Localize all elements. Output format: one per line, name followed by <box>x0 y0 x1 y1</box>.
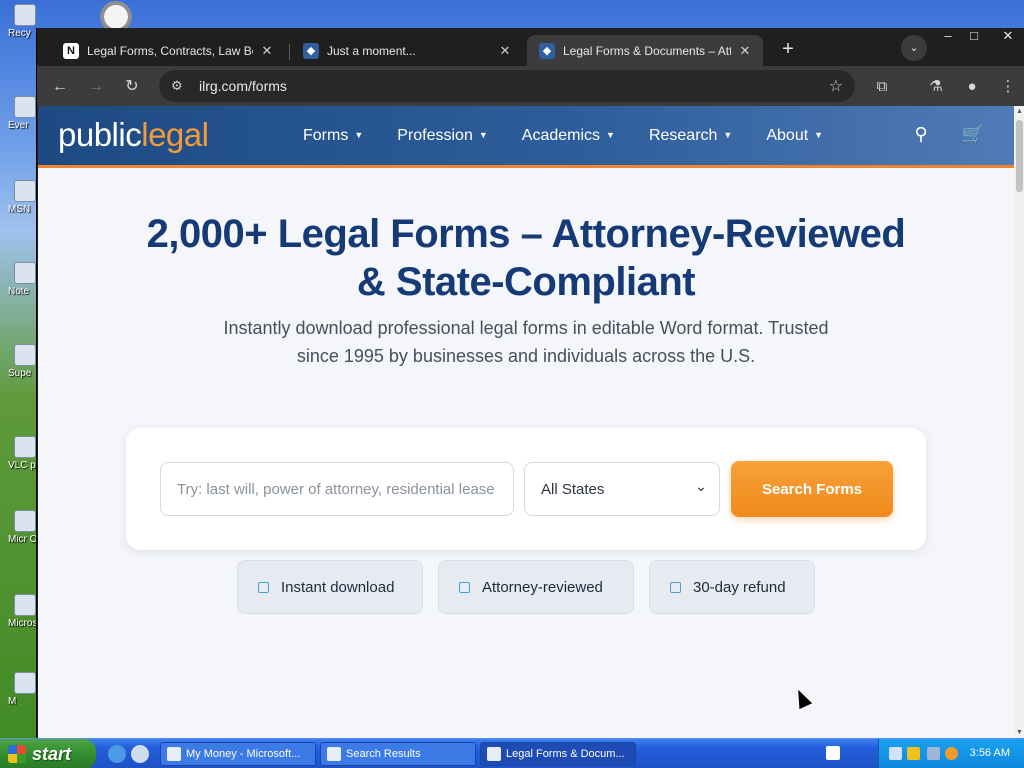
shield-favicon-icon: ◆ <box>303 42 319 59</box>
publiclegal-logo[interactable]: publiclegal <box>58 116 209 154</box>
desktop-icon-m[interactable]: M <box>0 672 40 707</box>
back-arrow-icon[interactable]: ← <box>47 74 73 100</box>
tab-search-chevron-icon[interactable]: ⌄ <box>901 35 927 61</box>
help-icon[interactable] <box>826 746 840 760</box>
close-tab-icon[interactable]: ✕ <box>737 43 753 59</box>
tab-just-a-moment[interactable]: ◆ Just a moment... ✕ <box>291 35 523 66</box>
ie-quicklaunch-icon[interactable] <box>108 745 126 763</box>
check-icon <box>670 581 681 593</box>
badge-attorney-reviewed: Attorney-reviewed <box>438 560 634 614</box>
chevron-down-icon: ⌄ <box>695 478 707 494</box>
search-input[interactable] <box>160 462 514 516</box>
state-select[interactable]: All States ⌄ <box>524 462 720 516</box>
page-viewport: publiclegal Forms ▼ Profession ▼ Academics… <box>38 106 1014 738</box>
close-tab-icon[interactable]: ✕ <box>259 43 275 59</box>
desktop-icon-supe[interactable]: Supe <box>0 344 40 379</box>
check-icon <box>258 581 269 593</box>
site-header: publiclegal Forms ▼ Profession ▼ Academics… <box>38 106 1014 168</box>
shopping-cart-icon[interactable]: 🛒 <box>961 124 985 145</box>
profile-avatar-icon[interactable]: ● <box>959 74 985 100</box>
caret-down-icon: ▼ <box>606 130 615 141</box>
tab-legal-forms-active[interactable]: ◆ Legal Forms & Documents – Attorn ✕ <box>527 35 763 66</box>
task-search-results[interactable]: Search Results <box>320 742 476 766</box>
scrollbar-thumb[interactable] <box>1016 120 1023 192</box>
more-menu-icon[interactable]: ⋮ <box>995 74 1021 100</box>
tray-icon[interactable] <box>927 747 940 760</box>
page-scrollbar[interactable]: ▲ ▼ <box>1014 106 1024 738</box>
windows-flag-icon <box>8 745 26 763</box>
bookmark-star-icon[interactable]: ☆ <box>829 76 843 96</box>
maximize-icon[interactable]: □ <box>961 28 987 46</box>
task-legal-forms[interactable]: Legal Forms & Docum... <box>480 742 636 766</box>
caret-down-icon: ▼ <box>354 130 364 141</box>
menu-profession[interactable]: Profession ▼ <box>397 127 488 145</box>
new-tab-plus-icon[interactable]: + <box>775 37 801 63</box>
check-icon <box>459 581 470 593</box>
desktop-icon-notepad[interactable]: Note <box>0 262 40 297</box>
network-icon[interactable] <box>889 747 902 760</box>
clock[interactable]: 3:56 AM <box>970 747 1010 759</box>
start-button[interactable]: start <box>0 739 96 768</box>
browser-window: N Legal Forms, Contracts, Law Books ✕ ◆ … <box>36 28 1024 738</box>
address-url[interactable]: ilrg.com/forms <box>199 78 287 94</box>
search-results-icon <box>327 747 341 761</box>
reload-icon[interactable]: ↻ <box>119 74 145 100</box>
desktop-icon-msn[interactable]: MSN <box>0 180 40 215</box>
notion-favicon-icon: N <box>63 42 79 59</box>
taskbar: start My Money - Microsoft... Search Res… <box>0 738 1024 768</box>
search-card: All States ⌄ Search Forms <box>126 428 926 550</box>
desktop-icon-office[interactable]: Micr Offi <box>0 510 40 545</box>
close-tab-icon[interactable]: ✕ <box>497 43 513 59</box>
desktop-icon-vlc[interactable]: VLC pl <box>0 436 40 471</box>
desktop: Recy Ever MSN Note Supe VLC pl Micr Offi… <box>0 0 40 738</box>
labs-flask-icon[interactable]: ⚗ <box>923 74 949 100</box>
quicklaunch-icon[interactable] <box>131 745 149 763</box>
minimize-icon[interactable]: – <box>935 28 961 46</box>
address-bar[interactable]: ⚙ ilrg.com/forms ☆ <box>159 70 855 102</box>
tab-ilrg-forms[interactable]: N Legal Forms, Contracts, Law Books ✕ <box>51 35 285 66</box>
shield-tray-icon[interactable] <box>907 747 920 760</box>
tab-title: Legal Forms, Contracts, Law Books <box>87 43 253 58</box>
desktop-icon-studio[interactable]: Microsc Studi <box>0 594 40 629</box>
caret-down-icon: ▼ <box>723 130 733 141</box>
money-app-icon <box>167 747 181 761</box>
main-menu: Forms ▼ Profession ▼ Academics ▼ Research ▼ … <box>303 106 857 165</box>
extensions-puzzle-icon[interactable]: ⧉ <box>869 74 895 100</box>
hero-subtitle: Instantly download professional legal fo… <box>223 318 829 366</box>
caret-down-icon: ▼ <box>478 130 488 141</box>
desktop-icon-recycle-bin[interactable]: Recy <box>0 4 40 39</box>
close-window-icon[interactable]: ✕ <box>995 28 1021 46</box>
search-tray-icon[interactable] <box>945 747 958 760</box>
badge-refund: 30-day refund <box>649 560 815 614</box>
menu-research[interactable]: Research ▼ <box>649 127 732 145</box>
menu-academics[interactable]: Academics ▼ <box>522 127 615 145</box>
tab-title: Legal Forms & Documents – Attorn <box>563 43 731 58</box>
shield-favicon-icon: ◆ <box>539 42 555 59</box>
film-reel-icon[interactable] <box>96 0 136 28</box>
task-my-money[interactable]: My Money - Microsoft... <box>160 742 316 766</box>
search-forms-button[interactable]: Search Forms <box>731 461 893 517</box>
forward-arrow-icon[interactable]: → <box>83 74 109 100</box>
system-tray: 3:56 AM <box>878 739 1024 768</box>
scroll-down-icon[interactable]: ▼ <box>1014 729 1024 736</box>
desktop-icon-ever[interactable]: Ever <box>0 96 40 131</box>
site-info-tune-icon[interactable]: ⚙ <box>171 78 191 94</box>
badge-instant-download: Instant download <box>237 560 423 614</box>
chrome-icon <box>487 747 501 761</box>
browser-toolbar: ← → ↻ ⚙ ilrg.com/forms ☆ ⧉ ⚗ ● ⋮ <box>37 66 1024 106</box>
scroll-up-icon[interactable]: ▲ <box>1014 108 1024 115</box>
menu-forms[interactable]: Forms ▼ <box>303 127 363 145</box>
tab-strip: N Legal Forms, Contracts, Law Books ✕ ◆ … <box>37 28 1024 66</box>
menu-about[interactable]: About ▼ <box>766 127 823 145</box>
search-icon[interactable]: ⚲ <box>909 124 933 145</box>
caret-down-icon: ▼ <box>814 130 824 141</box>
hero-title: 2,000+ Legal Forms – Attorney-Reviewed &… <box>146 212 906 304</box>
tab-title: Just a moment... <box>327 43 416 58</box>
